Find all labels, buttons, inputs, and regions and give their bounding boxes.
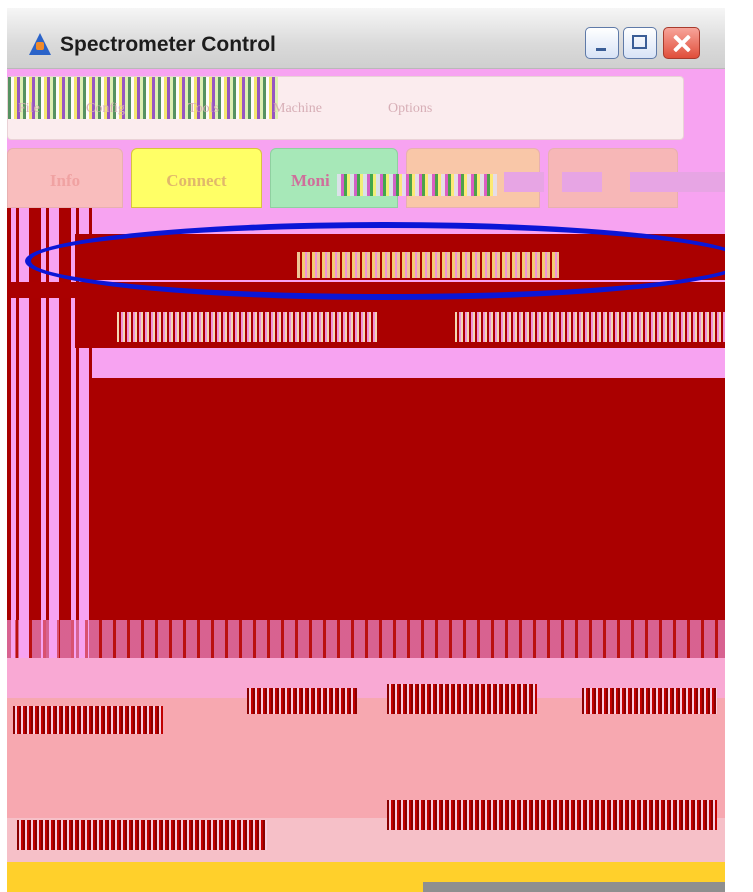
tab-connect-label: Connect bbox=[166, 171, 227, 190]
menu-item-machine[interactable]: Machine bbox=[273, 101, 322, 117]
tab-artifact-3 bbox=[562, 172, 602, 192]
tab-artifact-2 bbox=[504, 172, 544, 192]
tab-strip: Info Connect Moni bbox=[7, 148, 725, 208]
lower-glyph-6 bbox=[387, 800, 717, 830]
lower-glyph-2 bbox=[247, 688, 357, 714]
window-title: Spectrometer Control bbox=[60, 33, 276, 56]
tab-connect[interactable]: Connect bbox=[131, 148, 262, 208]
highlight-ellipse bbox=[25, 222, 725, 300]
menu-item-config[interactable]: Config bbox=[86, 101, 125, 117]
lower-glyph-3 bbox=[387, 684, 537, 714]
tab-artifact-4 bbox=[630, 172, 725, 192]
app-logo-icon bbox=[29, 33, 51, 55]
menu-bar: File Config Tools Machine Options bbox=[7, 76, 684, 140]
lower-panel bbox=[7, 620, 725, 892]
field-label-artifact-1 bbox=[117, 312, 377, 342]
spectrometer-window: Spectrometer Control File Config Tools M… bbox=[7, 8, 725, 892]
menu-artifact-region bbox=[8, 77, 278, 119]
tab-monitor-label: Moni bbox=[291, 171, 330, 190]
minimize-icon[interactable] bbox=[585, 27, 619, 59]
title-bar[interactable]: Spectrometer Control bbox=[7, 8, 725, 69]
tab-info[interactable]: Info bbox=[7, 148, 123, 208]
maximize-icon[interactable] bbox=[623, 27, 657, 59]
tab-artifact-1 bbox=[337, 174, 497, 196]
field-label-artifact-2 bbox=[455, 312, 725, 342]
status-bar bbox=[423, 882, 725, 892]
close-icon[interactable] bbox=[663, 27, 700, 59]
menu-item-options[interactable]: Options bbox=[388, 101, 432, 117]
lower-glyph-4 bbox=[582, 688, 717, 714]
tab-info-label: Info bbox=[49, 171, 81, 190]
menu-item-file[interactable]: File bbox=[18, 101, 40, 117]
menu-item-tools[interactable]: Tools bbox=[188, 101, 219, 117]
lower-glyph-1 bbox=[13, 706, 163, 734]
lower-glyph-5 bbox=[17, 820, 267, 850]
lower-row-1 bbox=[7, 620, 725, 660]
